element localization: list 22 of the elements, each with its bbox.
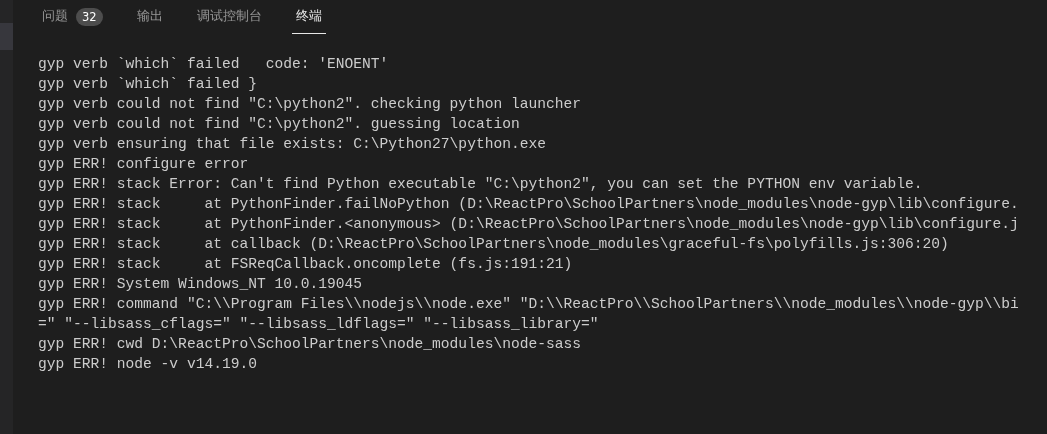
strip-highlight	[0, 23, 13, 50]
terminal-line: gyp ERR! stack Error: Can't find Python executable "C:\python2", you can set the PYTHON env variable.	[38, 175, 924, 194]
terminal-line: gyp verb could not find "C:\python2". guessing location	[38, 115, 521, 134]
terminal-line: =" "--libsass_cflags=" "--libsass_ldflags=" "--libsass_library="	[38, 315, 600, 334]
terminal-line: gyp ERR! stack at PythonFinder.failNoPython (D:\ReactPro\SchoolPartners\node_modules\node-gyp\lib\configure.	[38, 195, 1020, 214]
terminal-line: gyp ERR! cwd D:\ReactPro\SchoolPartners\node_modules\node-sass	[38, 335, 582, 354]
terminal-line: gyp ERR! configure error	[38, 155, 250, 174]
terminal-line: gyp verb `which` failed }	[38, 75, 258, 94]
count-badge: 32	[76, 7, 103, 26]
terminal-line: gyp ERR! stack at callback (D:\ReactPro\SchoolPartners\node_modules\graceful-fs\polyfills.js:306:20)	[38, 235, 950, 254]
panel-tab[interactable]: 终端	[291, 0, 326, 34]
terminal-line: gyp ERR! stack at PythonFinder.<anonymous> (D:\ReactPro\SchoolPartners\node_modules\node-gyp\lib\configure.j	[38, 215, 1020, 234]
panel-tab[interactable]: 输出	[132, 0, 167, 34]
panel-tab[interactable]: 调试控制台	[192, 0, 266, 34]
terminal-line: gyp ERR! stack at FSReqCallback.oncomplete (fs.js:191:21)	[38, 255, 574, 274]
terminal-line: gyp ERR! command "C:\\Program Files\\nodejs\\node.exe" "D:\\ReactPro\\SchoolPartners\\node_modules\\node-gyp\\bi	[38, 295, 1020, 314]
terminal-line: gyp ERR! System Windows_NT 10.0.19045	[38, 275, 364, 294]
terminal-line: gyp verb could not find "C:\python2". checking python launcher	[38, 95, 582, 114]
panel-tab[interactable]: 问题 32	[38, 0, 107, 34]
terminal-line: gyp ERR! node -v v14.19.0	[38, 355, 258, 374]
terminal-line: gyp verb `which` failed code: 'ENOENT'	[38, 55, 390, 74]
terminal-line: gyp verb ensuring that file exists: C:\Python27\python.exe	[38, 135, 547, 154]
